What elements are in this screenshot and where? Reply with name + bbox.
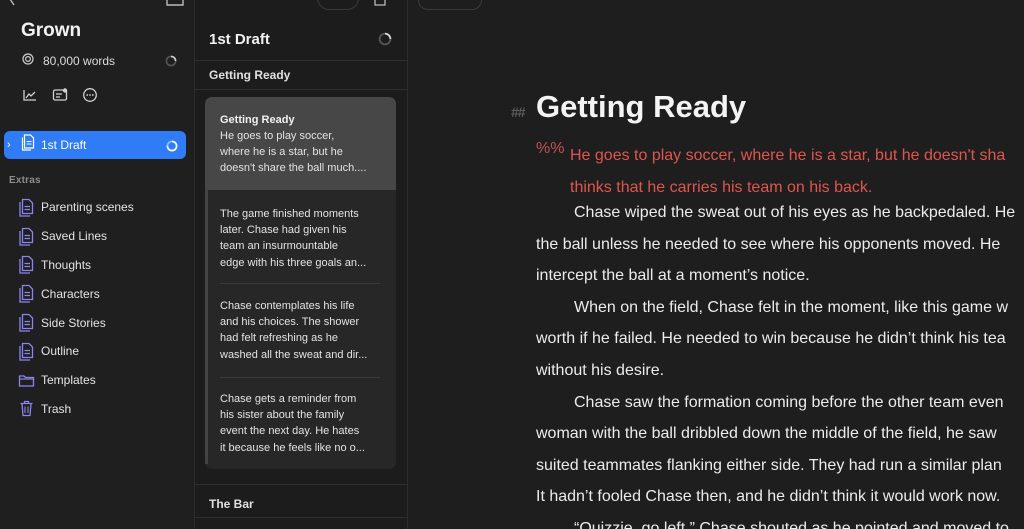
scene-card-line: and his choices. The shower (220, 316, 360, 329)
scene-card-line: Chase contemplates his life (220, 300, 355, 312)
scene-card-line: edge with his three goals an... (220, 256, 367, 269)
scene-card-line: team an insurmountable (220, 240, 339, 253)
sidebar-item-label: Outline (41, 344, 80, 359)
heading-marker: ## (511, 104, 526, 120)
progress-ring-icon (378, 32, 392, 51)
sidebar-item-side-stories[interactable]: Side Stories (18, 308, 188, 337)
sidebar-item-1st-draft[interactable]: › 1st Draft (4, 131, 186, 159)
divider (220, 377, 380, 378)
scene-card-line: He goes to play soccer, (220, 130, 335, 142)
sidebar-item-label: Parenting scenes (41, 200, 134, 215)
scene-card[interactable]: Chase gets a reminder from his sister ab… (205, 391, 396, 456)
progress-ring-icon (166, 139, 178, 157)
manuscript-line: suited teammates flanking either side. T… (536, 456, 1002, 474)
project-title: Grown (21, 20, 82, 41)
manuscript-line: the ball unless he needed to see where h… (536, 235, 1001, 253)
document-stack-icon (21, 134, 35, 156)
sidebar-item-trash[interactable]: Trash (18, 395, 188, 424)
extras-list: Parenting scenes Saved Lines Thoughts Ch… (18, 193, 188, 423)
manuscript-line: without his desire. (536, 361, 665, 379)
document-stack-icon (19, 342, 34, 361)
scene-card-line: Chase gets a reminder from (220, 393, 357, 405)
sidebar-item-saved-lines[interactable]: Saved Lines (18, 222, 188, 251)
navigation-buttons[interactable] (418, 0, 482, 10)
sidebar-item-label: Trash (41, 401, 72, 416)
target-icon (22, 53, 34, 68)
divider (195, 517, 408, 518)
manuscript-line: Chase wiped the sweat out of his eyes as… (574, 204, 1016, 221)
scene-card-line: later. Chase had given his (220, 224, 347, 237)
sidebar: Grown 80,000 words › 1st Draft Extras Pa… (0, 0, 195, 529)
scene-list-toolbar (317, 0, 397, 10)
statistics-icon[interactable] (22, 87, 38, 103)
document-stack-icon (19, 256, 34, 275)
sidebar-item-thoughts[interactable]: Thoughts (18, 251, 188, 280)
document-stack-icon (19, 227, 34, 246)
scene-heading[interactable]: Getting Ready (536, 89, 746, 125)
scene-card-line: it because he feels like no o... (220, 441, 365, 454)
scene-card-line: washed all the sweat and dir... (220, 348, 368, 361)
word-count-label: 80,000 words (43, 53, 116, 68)
sidebar-item-label: Saved Lines (41, 229, 108, 244)
scene-card-line: event the next day. He hates (220, 425, 360, 438)
sidebar-item-label: Characters (41, 286, 100, 301)
folder-icon (18, 375, 35, 387)
new-scene-icon[interactable] (373, 0, 387, 13)
sidebar-item-label: Side Stories (41, 315, 106, 330)
scene-card-line: his sister about the family (220, 409, 345, 422)
extras-section-label: Extras (9, 175, 41, 186)
manuscript-line: When on the field, Chase felt in the mom… (574, 298, 1008, 316)
document-stack-icon (19, 313, 34, 332)
document-stack-icon (19, 285, 34, 303)
sidebar-top-toolbar (6, 0, 186, 6)
scene-card-title: Getting Ready (220, 114, 295, 126)
sidebar-item-label: 1st Draft (41, 138, 87, 152)
scene-list-panel: 1st Draft Getting Ready Getting Ready He… (195, 0, 408, 529)
sidebar-tools (22, 87, 98, 103)
manuscript-line: It hadn’t fooled Chase then, and he didn… (536, 488, 1001, 506)
manuscript-line: “Quizzie, go left,” Chase shouted as he … (574, 519, 1009, 529)
document-stack-icon (19, 198, 34, 217)
back-icon[interactable] (8, 0, 18, 12)
progress-ring-icon (165, 54, 177, 72)
manuscript-line: intercept the ball at a moment’s notice. (536, 267, 810, 285)
chapter-header[interactable]: The Bar (209, 497, 254, 511)
scene-card-line: doesn't share the ball much.... (220, 162, 367, 175)
chapter-header[interactable]: Getting Ready (209, 68, 290, 82)
scene-card-group: Getting Ready He goes to play soccer, wh… (205, 97, 396, 469)
manuscript-line: Chase saw the formation coming before th… (574, 393, 1004, 411)
divider (195, 484, 408, 485)
editor-pane[interactable]: ## Getting Ready %% He goes to play socc… (408, 0, 1024, 529)
sidebar-item-label: Thoughts (41, 257, 92, 272)
scene-card[interactable]: The game finished moments later. Chase h… (205, 206, 396, 271)
more-options-icon[interactable] (82, 87, 98, 103)
comment-line: He goes to play soccer, where he is a st… (570, 147, 1006, 164)
divider (220, 283, 380, 284)
scene-card-line: where he is a star, but he (220, 146, 343, 159)
project-card-icon[interactable] (52, 87, 68, 103)
scene-card[interactable]: Chase contemplates his life and his choi… (205, 298, 396, 363)
sidebar-toggle-icon[interactable] (166, 0, 184, 12)
sidebar-item-characters[interactable]: Characters (18, 279, 188, 308)
sidebar-item-outline[interactable]: Outline (18, 337, 188, 366)
sidebar-item-label: Templates (41, 373, 96, 388)
draft-title: 1st Draft (209, 31, 270, 48)
chevron-right-icon[interactable]: › (7, 139, 17, 151)
search-button[interactable] (317, 0, 359, 10)
scene-card-selected[interactable]: Getting Ready He goes to play soccer, wh… (205, 97, 396, 190)
scene-card-line: The game finished moments (220, 208, 359, 220)
trash-icon (20, 401, 33, 417)
scene-card-line: had felt refreshing as he (220, 332, 339, 345)
manuscript-line: worth if he failed. He needed to win bec… (536, 330, 1006, 348)
sidebar-item-templates[interactable]: Templates (18, 366, 188, 395)
divider (195, 60, 408, 61)
manuscript-line: woman with the ball dribbled down the mi… (536, 425, 997, 443)
manuscript-text[interactable]: Chase wiped the sweat out of his eyes as… (536, 197, 1024, 529)
comment-marker: %% (536, 140, 565, 157)
divider (195, 89, 408, 90)
word-count: 80,000 words (22, 53, 115, 68)
comment-block[interactable]: He goes to play soccer, where he is a st… (570, 140, 1005, 204)
sidebar-item-parenting-scenes[interactable]: Parenting scenes (18, 193, 188, 222)
